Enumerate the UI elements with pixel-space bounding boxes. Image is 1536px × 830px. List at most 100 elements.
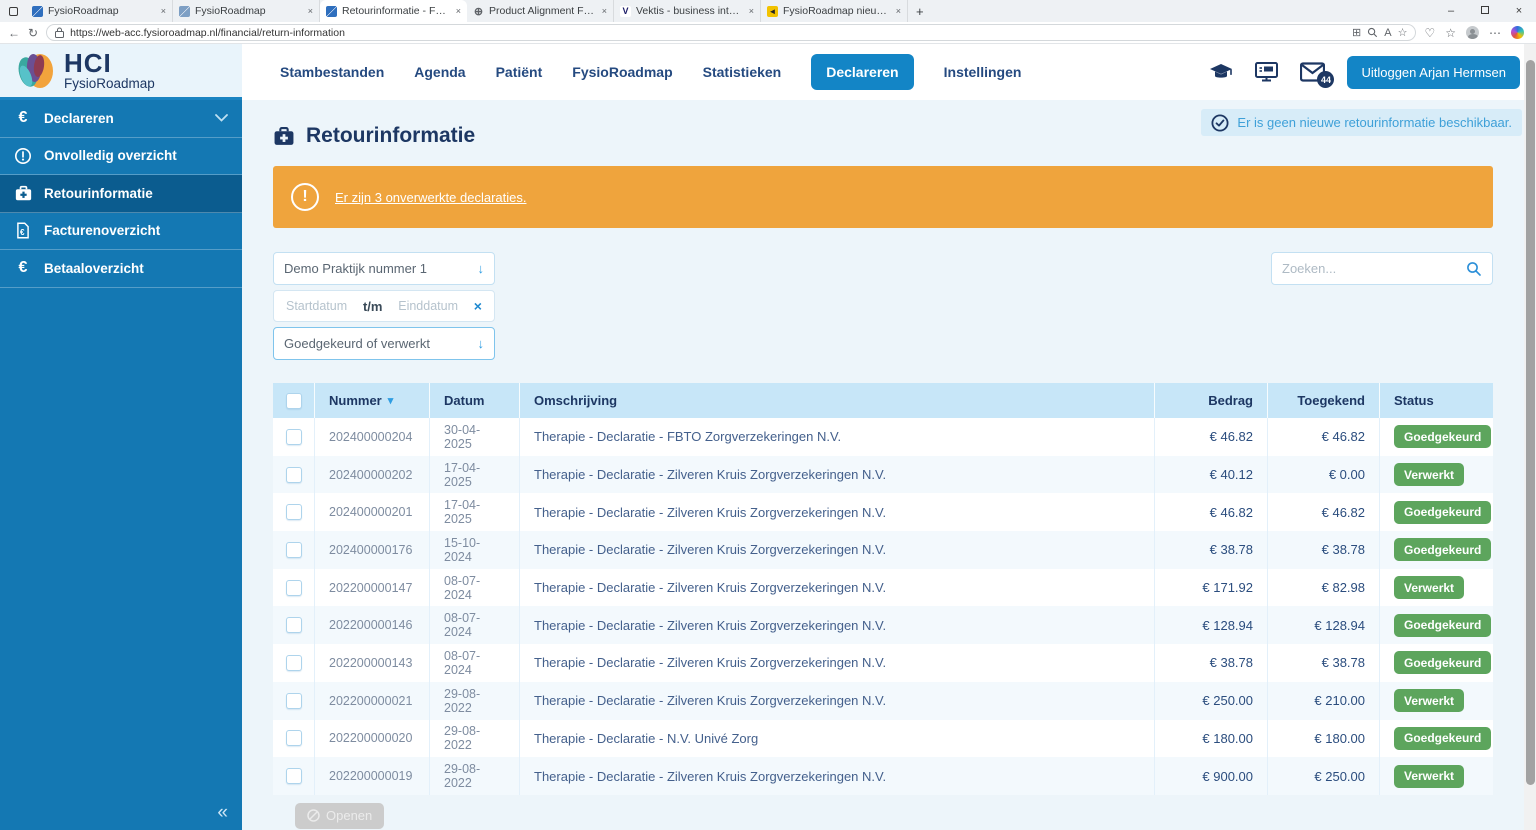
browser-tab-vektis-business-intelligence-cent[interactable]: V Vektis - business intelligence cent × (614, 0, 761, 22)
copilot-icon[interactable] (1511, 26, 1524, 39)
column-label: Omschrijving (534, 393, 618, 408)
search-input[interactable] (1282, 261, 1460, 276)
column-header-toegekend[interactable]: Toegekend (1268, 383, 1380, 418)
nav-item-instellingen[interactable]: Instellingen (944, 64, 1022, 80)
tab-close-icon[interactable]: × (161, 6, 166, 16)
academy-graduation-cap-icon[interactable] (1209, 62, 1233, 82)
table-row[interactable]: 202200000020 29-08-2022 Therapie - Declara… (273, 719, 1493, 758)
mail-icon[interactable]: 44 (1300, 62, 1335, 88)
browser-essentials-icon[interactable]: ♡ (1424, 26, 1435, 40)
table-row[interactable]: 202200000146 08-07-2024 Therapie - Declara… (273, 606, 1493, 645)
more-options-icon[interactable]: ⋯ (1489, 26, 1501, 40)
column-header-status[interactable]: Status (1380, 383, 1493, 418)
table-row[interactable]: 202400000201 17-04-2025 Therapie - Declara… (273, 493, 1493, 532)
logout-button[interactable]: Uitloggen Arjan Hermsen (1347, 55, 1520, 89)
nav-item-stambestanden[interactable]: Stambestanden (280, 64, 384, 80)
column-header-nummer[interactable]: Nummer ▾ (315, 383, 430, 418)
tab-close-icon[interactable]: × (749, 6, 754, 16)
column-header-datum[interactable]: Datum (430, 383, 520, 418)
page-scrollbar[interactable] (1524, 44, 1536, 830)
practice-dropdown[interactable]: Demo Praktijk nummer 1 ↓ (273, 252, 495, 285)
zoom-icon[interactable] (1367, 27, 1378, 38)
favorites-bar-icon[interactable]: ☆ (1445, 26, 1456, 40)
row-checkbox[interactable] (285, 428, 302, 445)
favorite-star-icon[interactable]: ☆ (1398, 26, 1408, 39)
back-icon[interactable]: ← (8, 26, 20, 40)
minimize-button[interactable]: – (1434, 0, 1468, 22)
table-row[interactable]: 202200000019 29-08-2022 Therapie - Declara… (273, 757, 1493, 795)
end-date-placeholder[interactable]: Einddatum (398, 299, 458, 313)
chevron-down-icon[interactable] (215, 114, 228, 123)
row-checkbox[interactable] (285, 768, 302, 785)
site-info-lock-icon[interactable] (55, 27, 65, 38)
refresh-icon[interactable]: ↻ (28, 26, 38, 40)
profile-avatar[interactable] (1466, 26, 1479, 39)
nav-item-declareren[interactable]: Declareren (811, 54, 914, 90)
tab-title: Product Alignment FRM 2025.xlsx (489, 5, 597, 17)
cell-status: Goedgekeurd (1380, 418, 1493, 456)
tab-close-icon[interactable]: × (602, 6, 607, 16)
row-checkbox[interactable] (285, 692, 302, 709)
status-filter-dropdown[interactable]: Goedgekeurd of verwerkt ↓ (273, 327, 495, 360)
sidebar-collapse-icon[interactable]: « (217, 802, 228, 824)
column-header-omschrijving[interactable]: Omschrijving (520, 383, 1155, 418)
open-button[interactable]: Openen (295, 803, 385, 829)
tab-close-icon[interactable]: × (456, 6, 461, 16)
row-checkbox[interactable] (285, 579, 302, 596)
row-checkbox[interactable] (285, 541, 302, 558)
browser-tab-retourinformatie-fysioroadmap[interactable]: Retourinformatie - FysioRoadmap × (320, 0, 467, 22)
sidebar-item-onvolledig-overzicht[interactable]: Onvolledig overzicht (0, 138, 242, 175)
nav-item-statistieken[interactable]: Statistieken (703, 64, 782, 80)
table-row[interactable]: 202200000147 08-07-2024 Therapie - Declara… (273, 568, 1493, 607)
cell-toegekend: € 38.78 (1268, 644, 1380, 682)
nav-item-pati-nt[interactable]: Patiënt (496, 64, 543, 80)
nav-item-fysioroadmap[interactable]: FysioRoadmap (572, 64, 672, 80)
row-checkbox[interactable] (285, 654, 302, 671)
cell-toegekend: € 0.00 (1268, 455, 1380, 494)
cell-nummer: 202400000202 (315, 455, 430, 494)
close-button[interactable]: × (1502, 0, 1536, 22)
read-aloud-icon[interactable]: A (1384, 27, 1391, 39)
search-icon[interactable] (1466, 261, 1482, 277)
app-logo[interactable]: HCI FysioRoadmap (0, 44, 242, 100)
sidebar-item-betaaloverzicht[interactable]: € Betaaloverzicht (0, 250, 242, 288)
browser-tab-fysioroadmap-nieuwsbrief-nove[interactable]: ◄ FysioRoadmap nieuwsbrief | nove × (761, 0, 908, 22)
sidebar-item-facturenoverzicht[interactable]: € Facturenoverzicht (0, 213, 242, 250)
cell-bedrag: € 900.00 (1155, 757, 1268, 795)
url-field[interactable]: https://web-acc.fysioroadmap.nl/financia… (46, 24, 1417, 41)
row-checkbox[interactable] (285, 617, 302, 634)
row-checkbox[interactable] (285, 730, 302, 747)
sidebar-item-retourinformatie[interactable]: Retourinformatie (0, 175, 242, 213)
header-checkbox-cell (273, 383, 315, 418)
clear-dates-icon[interactable]: × (474, 298, 482, 314)
table-row[interactable]: 202200000143 08-07-2024 Therapie - Declara… (273, 644, 1493, 682)
tab-actions-icon[interactable] (0, 6, 26, 16)
row-checkbox[interactable] (285, 466, 302, 483)
restore-button[interactable] (1468, 0, 1502, 22)
split-screen-icon[interactable]: ⊞ (1352, 26, 1361, 39)
row-checkbox[interactable] (285, 504, 302, 521)
tab-close-icon[interactable]: × (896, 6, 901, 16)
table-row[interactable]: 202400000176 15-10-2024 Therapie - Declara… (273, 531, 1493, 569)
column-header-bedrag[interactable]: Bedrag (1155, 383, 1268, 418)
date-range-picker[interactable]: Startdatum t/m Einddatum × (273, 290, 495, 322)
sidebar-item-declareren[interactable]: € Declareren (0, 100, 242, 138)
browser-tab-fysioroadmap[interactable]: FysioRoadmap × (173, 0, 320, 22)
scrollbar-thumb[interactable] (1525, 60, 1535, 785)
start-date-placeholder[interactable]: Startdatum (286, 299, 347, 313)
new-tab-button[interactable]: + (916, 4, 924, 19)
browser-tab-fysioroadmap[interactable]: FysioRoadmap × (26, 0, 173, 22)
sidebar-item-label: Declareren (44, 110, 114, 126)
nav-item-agenda[interactable]: Agenda (414, 64, 465, 80)
remote-support-monitor-icon[interactable] (1255, 62, 1279, 82)
column-label: Status (1394, 393, 1434, 408)
tab-close-icon[interactable]: × (308, 6, 313, 16)
select-all-checkbox[interactable] (285, 392, 302, 409)
search-box (1271, 252, 1493, 285)
unprocessed-declarations-link[interactable]: Er zijn 3 onverwerkte declaraties. (335, 190, 526, 205)
browser-tab-product-alignment-frm-2025-xlsx[interactable]: ⊕ Product Alignment FRM 2025.xlsx × (467, 0, 614, 22)
table-row[interactable]: 202400000204 30-04-2025 Therapie - Declara… (273, 418, 1493, 456)
table-row[interactable]: 202400000202 17-04-2025 Therapie - Declara… (273, 455, 1493, 494)
firstaid-icon (13, 185, 33, 202)
table-row[interactable]: 202200000021 29-08-2022 Therapie - Declara… (273, 681, 1493, 720)
